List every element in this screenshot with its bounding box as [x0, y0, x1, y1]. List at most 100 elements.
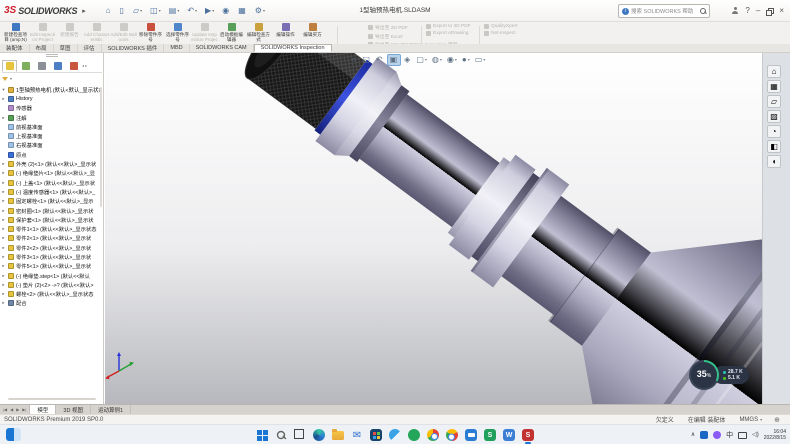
sheet-tab[interactable]: 3D 视图: [56, 405, 91, 414]
tree-item[interactable]: ▸ 零件5<1> (默认<<默认>_显示状: [1, 262, 101, 271]
expand-arrow-icon[interactable]: ▸: [1, 235, 6, 241]
edge-button[interactable]: [312, 428, 326, 442]
tray-chevron-icon[interactable]: ∧: [691, 432, 695, 438]
view-tool-button[interactable]: ◉▾: [445, 55, 458, 65]
export-button[interactable]: Net-Inspect: [484, 31, 517, 36]
tree-item[interactable]: ▸ 外壳 (2)<1> (默认<<默认>_显示状: [1, 159, 101, 168]
tree-item[interactable]: ▸ 配合: [1, 299, 101, 308]
tree-item[interactable]: ▸ 零件2<1> (默认<<默认>_显示状: [1, 234, 101, 243]
tree-item[interactable]: 右视基准面: [1, 141, 101, 150]
view-tool-button[interactable]: ▢▾: [415, 55, 429, 65]
tree-item[interactable]: 传感器: [1, 104, 101, 113]
expand-arrow-icon[interactable]: ▸: [1, 282, 6, 288]
tree-item[interactable]: ▸ 零件2<2> (默认<<默认>_显示状: [1, 243, 101, 252]
file-explorer-button[interactable]: [331, 428, 345, 442]
expand-arrow-icon[interactable]: ▸: [1, 180, 6, 186]
manager-tab[interactable]: [50, 60, 65, 72]
ribbon-button[interactable]: Add/Edit Balloons: [110, 22, 137, 44]
defender-tray-icon[interactable]: [700, 431, 708, 439]
sheet-nav-arrow-icon[interactable]: ◀: [9, 407, 14, 412]
task-pane-tab[interactable]: ⌂: [767, 65, 781, 78]
tree-vertical-scrollbar[interactable]: [100, 87, 102, 207]
commandmanager-tab[interactable]: SOLIDWORKS CAM: [190, 44, 254, 52]
menu-flyout-icon[interactable]: ▸: [82, 7, 86, 15]
task-pane-tab[interactable]: ▦: [767, 80, 781, 93]
expand-arrow-icon[interactable]: ▸: [1, 161, 6, 167]
ribbon-button[interactable]: Add Characteristic: [83, 22, 110, 44]
view-tool-button[interactable]: ●▾: [460, 55, 471, 65]
view-tool-button[interactable]: ◍▾: [430, 55, 443, 65]
status-item[interactable]: 欠定义: [656, 415, 676, 424]
taskbar-clock[interactable]: 16:04 2022/8/15: [764, 429, 786, 441]
tree-item[interactable]: 前视基准面: [1, 122, 101, 131]
status-item[interactable]: MMGS▾: [739, 415, 762, 424]
expand-arrow-icon[interactable]: ▾: [1, 87, 6, 93]
ribbon-button[interactable]: 新建检查项目 (amp;N): [2, 22, 29, 44]
tree-item[interactable]: ▸ 螺栓<2> (默认<<默认>_显示状态: [1, 290, 101, 299]
expand-arrow-icon[interactable]: ▸: [1, 198, 6, 204]
view-tool-button[interactable]: ↶: [374, 55, 385, 65]
task-pane-tab[interactable]: ◔: [767, 125, 781, 138]
tree-item[interactable]: ▸ 零件1<1> (默认<<默认>_显示状态: [1, 224, 101, 233]
tree-item[interactable]: ▸ (-) 上盖<1> (默认<<默认>_显示状: [1, 178, 101, 187]
task-view-button[interactable]: [293, 428, 307, 442]
search-button[interactable]: [274, 428, 288, 442]
volume-icon[interactable]: ◁): [752, 432, 759, 438]
tree-item[interactable]: ▸ (-) 垫片 (2)<2> ->? (默认<<默认>: [1, 280, 101, 289]
qat-button[interactable]: ▤▾: [167, 6, 182, 16]
qat-button[interactable]: ▶▾: [203, 6, 216, 16]
panel-splitter-grip[interactable]: [46, 54, 58, 57]
tree-item[interactable]: ▸ History: [1, 94, 101, 103]
tree-root-row[interactable]: ▾ 1型轴预热电机 (默认<默认_显示状态-1: [1, 85, 101, 94]
qat-button[interactable]: ◉: [220, 6, 232, 16]
view-tool-button[interactable]: ▣: [387, 54, 401, 66]
view-tool-button[interactable]: ○: [350, 55, 359, 65]
tree-item[interactable]: ▸ 保护套<1> (默认<<默认>_显示状: [1, 215, 101, 224]
tree-item[interactable]: ▸ 密封圈<1> (默认<<默认>_显示状: [1, 206, 101, 215]
view-tool-button[interactable]: ▭▾: [473, 55, 487, 65]
chrome-button[interactable]: [445, 428, 459, 442]
sheet-nav-arrow-icon[interactable]: ▶|: [21, 407, 27, 412]
start-button[interactable]: [255, 428, 269, 442]
view-tool-button[interactable]: ◈: [403, 55, 413, 65]
graphics-viewport[interactable]: ○ ◱ ↶ ▣ ◈ ▢▾ ◍▾ ◉▾ ●▾ ▭▾: [105, 53, 762, 404]
remote-app-button[interactable]: [464, 428, 478, 442]
expand-arrow-icon[interactable]: ▸: [1, 208, 6, 214]
task-pane-tab[interactable]: ◧: [767, 140, 781, 153]
wps-s-button[interactable]: S: [483, 428, 497, 442]
ime-indicator[interactable]: 中: [726, 432, 733, 439]
ribbon-button[interactable]: Update Inspection Project: [191, 22, 218, 44]
filter-funnel-icon[interactable]: [2, 77, 8, 81]
cast-monitor-icon[interactable]: [738, 432, 747, 439]
task-pane-tab[interactable]: ◖: [767, 155, 781, 168]
green-browser-button[interactable]: [407, 428, 421, 442]
tree-item[interactable]: 上视基准面: [1, 131, 101, 140]
expand-arrow-icon[interactable]: ▸: [1, 300, 6, 306]
search-help-box[interactable]: i 搜索 SOLIDWORKS 帮助: [618, 4, 710, 18]
tab-scroll-arrows-icon[interactable]: ◂ ▸: [82, 63, 87, 68]
commandmanager-tab[interactable]: 装配体: [0, 44, 30, 52]
ribbon-button[interactable]: Edit Inspection Project: [29, 22, 56, 44]
search-icon[interactable]: [700, 8, 706, 14]
task-pane-tab[interactable]: ▱: [767, 95, 781, 108]
restore-button[interactable]: [766, 8, 773, 15]
expand-arrow-icon[interactable]: ▸: [1, 226, 6, 232]
task-pane-tab[interactable]: ▨: [767, 110, 781, 123]
filter-caret-icon[interactable]: ▾: [10, 76, 12, 81]
view-tool-button[interactable]: ◱: [361, 55, 373, 65]
qat-button[interactable]: ▯: [118, 6, 127, 16]
export-button[interactable]: QualityXpert: [484, 24, 517, 29]
commandmanager-tab[interactable]: SOLIDWORKS 插件: [102, 44, 165, 52]
manager-tab[interactable]: [34, 60, 49, 72]
user-account-icon[interactable]: [731, 7, 739, 15]
performance-overlay[interactable]: 35% 28.7 K 5.1 K: [689, 360, 749, 390]
tree-item[interactable]: ▸ 注解: [1, 113, 101, 122]
export-button[interactable]: Export to 3D PDF: [426, 24, 471, 29]
solidworks-taskbar-button[interactable]: S: [521, 428, 535, 442]
expand-arrow-icon[interactable]: ▸: [1, 115, 6, 121]
expand-arrow-icon[interactable]: ▸: [1, 254, 6, 260]
mail-button[interactable]: ✉: [350, 428, 364, 442]
close-button[interactable]: ×: [779, 7, 784, 15]
manager-tab[interactable]: [2, 60, 17, 72]
ribbon-button[interactable]: 新建报告: [56, 22, 83, 44]
